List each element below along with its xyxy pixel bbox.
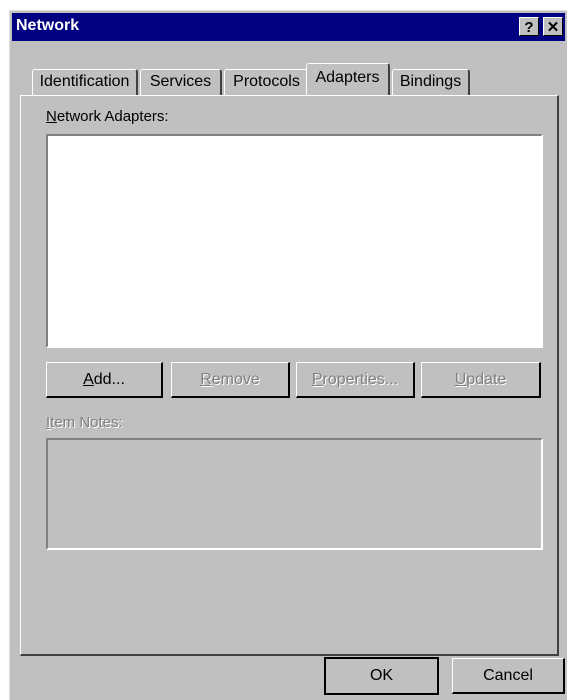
update-button[interactable]: Update <box>421 362 541 398</box>
item-notes-label: Item Notes: <box>46 414 123 431</box>
cancel-button[interactable]: Cancel <box>452 658 565 694</box>
network-adapters-label: Network Adapters: <box>46 108 169 125</box>
properties-button[interactable]: Properties... <box>296 362 415 398</box>
tab-identification[interactable]: Identification <box>32 69 138 95</box>
close-button[interactable]: ✕ <box>543 17 563 36</box>
ok-button[interactable]: OK <box>324 657 439 695</box>
item-notes-box <box>46 438 543 550</box>
tab-protocols[interactable]: Protocols <box>224 69 310 95</box>
adapters-tab-panel: Network Adapters: Add... Remove Properti… <box>20 95 559 656</box>
tab-bindings[interactable]: Bindings <box>392 69 470 95</box>
remove-button[interactable]: Remove <box>171 362 290 398</box>
tab-adapters[interactable]: Adapters <box>306 63 390 95</box>
help-button[interactable]: ? <box>519 17 539 36</box>
close-icon: ✕ <box>546 19 560 36</box>
network-adapters-list[interactable] <box>46 134 543 348</box>
tab-services[interactable]: Services <box>140 69 222 95</box>
title-bar[interactable]: Network ? ✕ <box>12 13 565 41</box>
add-button[interactable]: Add... <box>46 362 163 398</box>
network-dialog: Network ? ✕ Identification Services Prot… <box>9 10 567 700</box>
window-title: Network <box>16 17 80 34</box>
